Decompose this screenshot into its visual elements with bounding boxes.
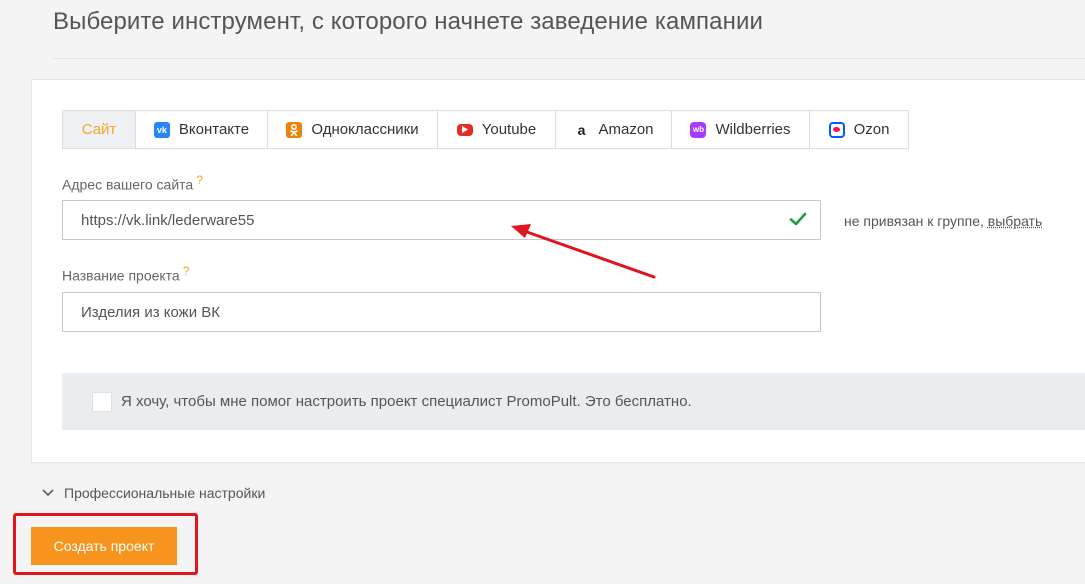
site-address-label-text: Адрес вашего сайта bbox=[62, 176, 194, 193]
tab-ozon-label: Ozon bbox=[853, 121, 890, 138]
group-binding-status: не привязан к группе, выбрать bbox=[844, 213, 1042, 229]
tab-vkontakte[interactable]: vk Вконтакте bbox=[136, 111, 268, 148]
tab-amazon[interactable]: a Amazon bbox=[556, 111, 672, 148]
wildberries-icon: wb bbox=[690, 121, 707, 138]
specialist-help-text: Я хочу, чтобы мне помог настроить проект… bbox=[121, 393, 692, 410]
site-help-icon[interactable]: ? bbox=[196, 173, 203, 187]
tab-youtube[interactable]: Youtube bbox=[438, 111, 556, 148]
tab-vkontakte-label: Вконтакте bbox=[178, 121, 250, 138]
tab-amazon-label: Amazon bbox=[598, 121, 654, 138]
tab-site[interactable]: Сайт bbox=[63, 111, 136, 148]
group-binding-text: не привязан к группе, bbox=[844, 213, 984, 229]
create-project-button[interactable]: Создать проект bbox=[31, 527, 177, 565]
pro-settings-toggle[interactable]: Профессиональные настройки bbox=[42, 485, 265, 501]
title-divider bbox=[53, 58, 1085, 59]
odnoklassniki-icon bbox=[286, 121, 303, 138]
tab-site-label: Сайт bbox=[81, 121, 117, 138]
project-name-input[interactable] bbox=[62, 292, 821, 332]
chevron-down-icon bbox=[42, 489, 54, 496]
site-address-label: Адрес вашего сайта? bbox=[62, 173, 203, 193]
youtube-icon bbox=[456, 123, 473, 136]
tab-odnoklassniki[interactable]: Одноклассники bbox=[268, 111, 438, 148]
pro-settings-label: Профессиональные настройки bbox=[64, 485, 266, 501]
page-title: Выберите инструмент, с которого начнете … bbox=[53, 8, 763, 35]
tab-wildberries-label: Wildberries bbox=[715, 121, 791, 138]
tool-tabs: Сайт vk Вконтакте Одноклассники Youtube … bbox=[62, 110, 909, 149]
project-name-label: Название проекта? bbox=[62, 264, 189, 284]
project-name-label-text: Название проекта bbox=[62, 267, 180, 284]
vk-icon: vk bbox=[153, 121, 170, 138]
select-group-link[interactable]: выбрать bbox=[988, 213, 1043, 229]
specialist-help-checkbox[interactable] bbox=[92, 392, 112, 412]
tab-odnoklassniki-label: Одноклассники bbox=[311, 121, 419, 138]
project-help-icon[interactable]: ? bbox=[183, 264, 190, 278]
ozon-icon bbox=[828, 121, 845, 138]
tab-youtube-label: Youtube bbox=[481, 121, 537, 138]
tab-ozon[interactable]: Ozon bbox=[810, 111, 908, 148]
valid-check-icon bbox=[789, 212, 807, 226]
site-address-input[interactable] bbox=[62, 200, 821, 240]
amazon-icon: a bbox=[577, 121, 586, 138]
tab-wildberries[interactable]: wb Wildberries bbox=[672, 111, 810, 148]
